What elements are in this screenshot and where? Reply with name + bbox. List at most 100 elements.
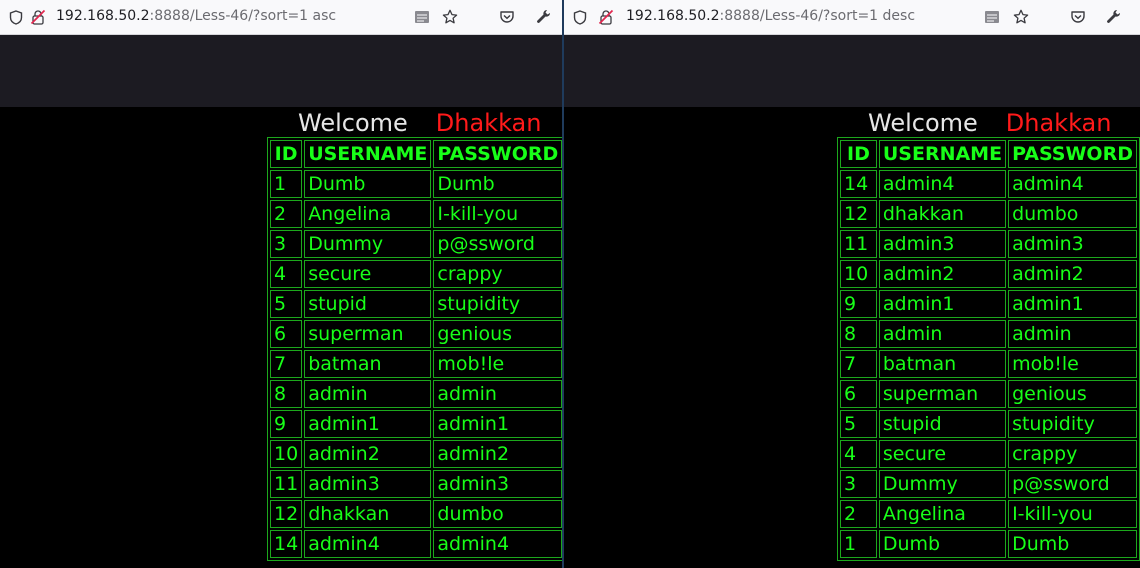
cell-username: superman [878, 380, 1007, 408]
cell-password: mob!le [433, 350, 562, 378]
cell-password: admin3 [433, 470, 562, 498]
address-bar[interactable]: 192.168.50.2:8888/Less-46/?sort=1 asc [0, 0, 562, 35]
column-header-password: PASSWORD [433, 140, 562, 168]
table-row: 8 admin admin [270, 380, 562, 408]
url-path: :8888/Less-46/?sort=1 desc [719, 8, 916, 24]
cell-password: stupidity [433, 290, 562, 318]
cell-username: admin2 [878, 260, 1007, 288]
cell-username: dhakkan [878, 200, 1007, 228]
table-row: 2 Angelina I-kill-you [270, 200, 562, 228]
cell-username: admin4 [304, 530, 432, 558]
bookmark-star-icon[interactable] [1013, 9, 1029, 25]
cell-username: batman [304, 350, 432, 378]
url-path: :8888/Less-46/?sort=1 asc [149, 8, 337, 24]
cell-username: batman [878, 350, 1007, 378]
table-row: 1 Dumb Dumb [270, 170, 562, 198]
cell-password: admin3 [1008, 230, 1137, 258]
cell-username: admin1 [304, 410, 432, 438]
table-row: 12 dhakkan dumbo [840, 200, 1137, 228]
cell-id: 3 [840, 470, 877, 498]
welcome-text: Welcome [298, 109, 408, 137]
cell-id: 11 [840, 230, 877, 258]
table-row: 10 admin2 admin2 [270, 440, 562, 468]
cell-password: genious [1008, 380, 1137, 408]
cell-id: 5 [840, 410, 877, 438]
reader-view-icon[interactable] [414, 9, 430, 25]
cell-password: Dumb [433, 170, 562, 198]
insecure-lock-icon[interactable] [598, 9, 614, 25]
pocket-icon[interactable] [1070, 9, 1086, 25]
table-row: 5 stupid stupidity [840, 410, 1137, 438]
cell-password: dumbo [1008, 200, 1137, 228]
cell-username: admin [304, 380, 432, 408]
address-bar[interactable]: 192.168.50.2:8888/Less-46/?sort=1 desc [564, 0, 1140, 35]
welcome-text: Welcome [868, 109, 978, 137]
cell-username: Dumb [304, 170, 432, 198]
cell-password: mob!le [1008, 350, 1137, 378]
cell-id: 10 [840, 260, 877, 288]
users-table: ID USERNAME PASSWORD 1 Dumb Dumb 2 Angelina I… [267, 137, 562, 561]
cell-username: secure [878, 440, 1007, 468]
cell-username: stupid [878, 410, 1007, 438]
cell-id: 8 [270, 380, 303, 408]
insecure-lock-icon[interactable] [30, 9, 46, 25]
cell-id: 6 [840, 380, 877, 408]
cell-username: admin3 [304, 470, 432, 498]
cell-id: 12 [270, 500, 303, 528]
url-text[interactable]: 192.168.50.2:8888/Less-46/?sort=1 desc [626, 7, 915, 25]
cell-password: admin2 [433, 440, 562, 468]
browser-window-right: 192.168.50.2:8888/Less-46/?sort=1 desc W… [564, 0, 1140, 568]
cell-username: admin [878, 320, 1007, 348]
cell-id: 4 [270, 260, 303, 288]
table-row: 14 admin4 admin4 [270, 530, 562, 558]
table-row: 1 Dumb Dumb [840, 530, 1137, 558]
cell-id: 7 [270, 350, 303, 378]
column-header-id: ID [840, 140, 877, 168]
table-row: 2 Angelina I-kill-you [840, 500, 1137, 528]
reader-view-icon[interactable] [984, 9, 1000, 25]
cell-id: 4 [840, 440, 877, 468]
welcome-heading: Welcome Dhakkan [868, 108, 1111, 138]
browser-chrome-strip [564, 35, 1140, 107]
table-row: 4 secure crappy [270, 260, 562, 288]
cell-password: admin1 [1008, 290, 1137, 318]
cell-username: Angelina [304, 200, 432, 228]
table-row: 3 Dummy p@ssword [840, 470, 1137, 498]
cell-id: 9 [840, 290, 877, 318]
url-host: 192.168.50.2 [626, 8, 720, 24]
cell-username: secure [304, 260, 432, 288]
cell-id: 2 [270, 200, 303, 228]
table-row: 14 admin4 admin4 [840, 170, 1137, 198]
cell-username: superman [304, 320, 432, 348]
cell-id: 5 [270, 290, 303, 318]
table-header-row: ID USERNAME PASSWORD [270, 140, 562, 168]
cell-password: I-kill-you [433, 200, 562, 228]
shield-icon[interactable] [572, 9, 588, 25]
page-content: Welcome Dhakkan ID USERNAME PASSWORD 1 Dum… [0, 107, 562, 568]
table-row: 5 stupid stupidity [270, 290, 562, 318]
column-header-id: ID [270, 140, 303, 168]
table-row: 6 superman genious [270, 320, 562, 348]
url-text[interactable]: 192.168.50.2:8888/Less-46/?sort=1 asc [56, 7, 336, 25]
cell-username: dhakkan [304, 500, 432, 528]
pocket-icon[interactable] [499, 9, 515, 25]
cell-id: 3 [270, 230, 303, 258]
user-name: Dhakkan [435, 109, 542, 137]
cell-id: 14 [840, 170, 877, 198]
cell-username: admin4 [878, 170, 1007, 198]
cell-password: I-kill-you [1008, 500, 1137, 528]
shield-icon[interactable] [8, 9, 24, 25]
cell-password: admin4 [1008, 170, 1137, 198]
table-row: 8 admin admin [840, 320, 1137, 348]
table-row: 7 batman mob!le [840, 350, 1137, 378]
cell-id: 6 [270, 320, 303, 348]
cell-password: p@ssword [433, 230, 562, 258]
cell-id: 10 [270, 440, 303, 468]
browser-chrome-strip [0, 35, 562, 107]
cell-username: admin3 [878, 230, 1007, 258]
bookmark-star-icon[interactable] [442, 9, 458, 25]
extensions-wrench-icon[interactable] [536, 9, 552, 25]
cell-id: 1 [840, 530, 877, 558]
extensions-wrench-icon[interactable] [1106, 9, 1122, 25]
cell-username: admin1 [878, 290, 1007, 318]
